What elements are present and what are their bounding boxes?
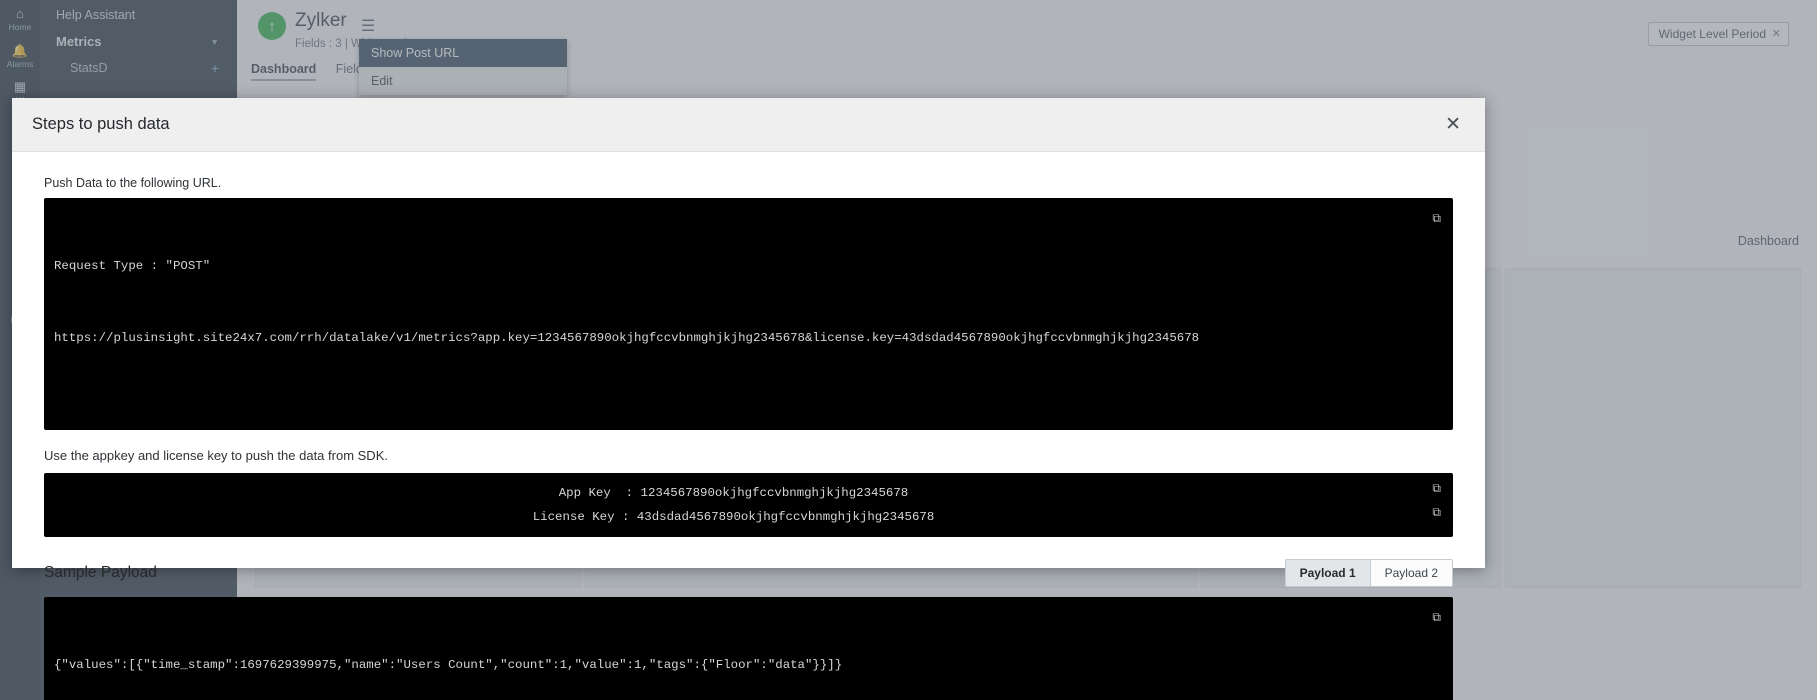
tab-payload-1[interactable]: Payload 1 (1285, 560, 1370, 586)
modal-body: Push Data to the following URL. Request … (12, 152, 1485, 700)
appkey-license-label: Use the appkey and license key to push t… (44, 448, 388, 463)
push-url-label: Push Data to the following URL. (44, 176, 222, 190)
sample-payload-header: Sample Payload Payload 1 Payload 2 (44, 559, 1453, 587)
keys-code-block: App Key : 1234567890okjhgfccvbnmghjkjhg2… (44, 473, 1453, 537)
copy-icon[interactable]: ⧉ (1432, 207, 1441, 231)
modal-title: Steps to push data (32, 115, 170, 133)
push-url-code-block: Request Type : "POST" https://plusinsigh… (44, 198, 1453, 430)
license-key-line: License Key : 43dsdad4567890okjhgfccvbnm… (532, 510, 935, 524)
steps-to-push-data-modal: Steps to push data ✕ Push Data to the fo… (12, 98, 1485, 700)
close-icon[interactable]: ✕ (1445, 115, 1461, 134)
copy-icon[interactable]: ⧉ (1432, 606, 1441, 630)
modal-header: Steps to push data ✕ (12, 98, 1485, 152)
copy-icon-license-key[interactable]: ⧉ (1432, 506, 1441, 520)
payload-tab-group: Payload 1 Payload 2 (1284, 559, 1453, 587)
tab-payload-2[interactable]: Payload 2 (1369, 560, 1452, 586)
payload-line-1: {"values":[{"time_stamp":1697629399975,"… (54, 658, 843, 672)
app-key-line: App Key : 1234567890okjhgfccvbnmghjkjhg2… (558, 486, 909, 500)
copy-icon-app-key[interactable]: ⧉ (1432, 482, 1441, 496)
sample-payload-title: Sample Payload (44, 564, 157, 581)
app-root: ↑ Zylker ☰ Fields : 3 | Widgets : 0 Dash… (0, 0, 1817, 700)
request-type-line: Request Type : "POST" (54, 259, 211, 273)
push-url-line: https://plusinsight.site24x7.com/rrh/dat… (54, 331, 1200, 345)
sample-payload-code-block: {"values":[{"time_stamp":1697629399975,"… (44, 597, 1453, 700)
